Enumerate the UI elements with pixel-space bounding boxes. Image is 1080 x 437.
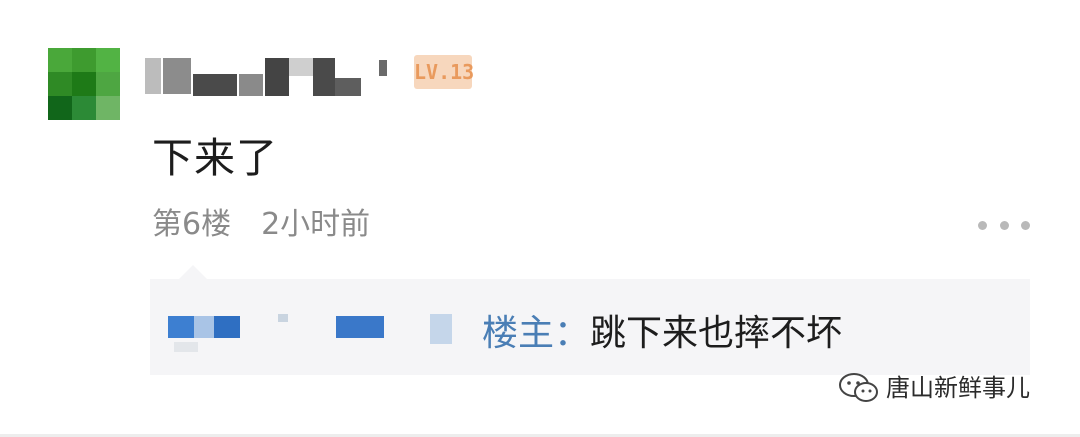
comment-meta: 第6楼 2小时前 — [152, 203, 370, 247]
avatar[interactable] — [48, 48, 120, 120]
more-dots-icon[interactable] — [978, 210, 1030, 240]
reply-pointer — [179, 265, 207, 279]
level-badge: LV.13 — [414, 55, 474, 89]
watermark-text: 唐山新鲜事儿 — [886, 374, 1030, 402]
comment-card: LV.13 下来了 第6楼 2小时前 楼主：跳下来也摔不坏 唐山新鲜事儿 — [0, 0, 1080, 437]
reply-username-censored[interactable] — [168, 314, 478, 356]
reply-line: 楼主：跳下来也摔不坏 — [482, 308, 842, 360]
comment-time: 2小时前 — [261, 207, 371, 242]
reply-author-tag[interactable]: 楼主： — [482, 313, 590, 354]
wechat-icon — [839, 373, 878, 402]
watermark: 唐山新鲜事儿 — [838, 368, 1030, 408]
comment-text: 下来了 — [152, 134, 278, 182]
floor-number: 第6楼 — [152, 207, 232, 242]
username-censored[interactable] — [143, 50, 393, 98]
reply-text: 跳下来也摔不坏 — [590, 313, 843, 354]
